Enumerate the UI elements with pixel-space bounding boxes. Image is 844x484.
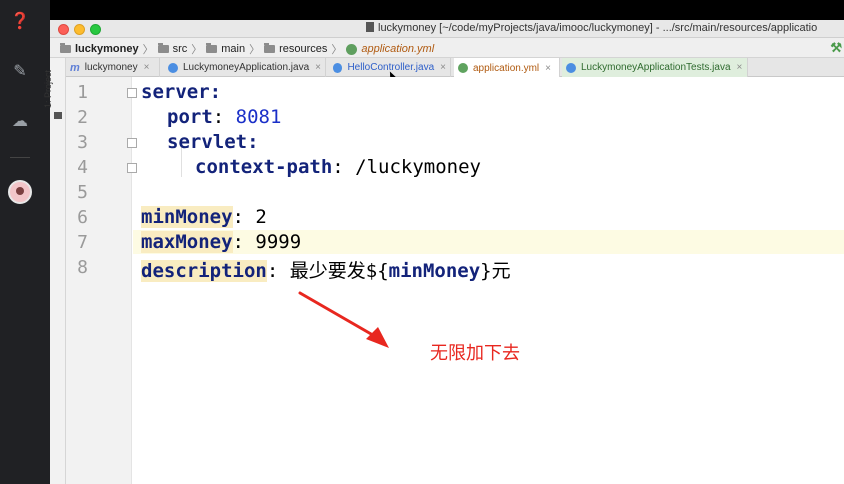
line-number: 1 bbox=[77, 82, 88, 103]
help-icon[interactable]: ❓ bbox=[10, 12, 30, 32]
cloud-icon[interactable]: ☁ bbox=[10, 112, 30, 132]
folder-icon bbox=[157, 43, 169, 53]
breadcrumb: luckymoney 〉 src 〉 main 〉 resources 〉 ap… bbox=[60, 41, 438, 57]
project-folder-icon bbox=[54, 112, 62, 119]
tool-window-stripe: 1: Project bbox=[43, 58, 66, 484]
spring-yml-icon bbox=[346, 43, 358, 55]
breadcrumb-project[interactable]: luckymoney bbox=[60, 43, 139, 55]
document-icon bbox=[366, 22, 374, 32]
editor-tabs: m luckymoney × LuckymoneyApplication.jav… bbox=[66, 58, 844, 78]
breadcrumb-file[interactable]: application.yml bbox=[346, 43, 434, 55]
breadcrumb-separator: 〉 bbox=[331, 44, 343, 56]
spring-yml-icon bbox=[458, 63, 468, 73]
close-window-button[interactable] bbox=[58, 24, 69, 35]
navigation-bar: luckymoney 〉 src 〉 main 〉 resources 〉 ap… bbox=[50, 38, 844, 58]
tab-close-icon[interactable]: × bbox=[144, 62, 150, 73]
breadcrumb-main[interactable]: main bbox=[206, 43, 245, 55]
line-gutter: 1 2 3 4 5 6 7 8 bbox=[66, 77, 137, 484]
build-hammer-icon[interactable]: ⚒ bbox=[830, 40, 842, 56]
pencil-icon[interactable]: ✎ bbox=[10, 62, 30, 82]
tab-close-icon[interactable]: × bbox=[545, 63, 551, 74]
project-tool-button[interactable]: 1: Project bbox=[43, 64, 65, 124]
minimize-window-button[interactable] bbox=[74, 24, 85, 35]
avatar[interactable] bbox=[8, 180, 32, 204]
line-number: 8 bbox=[77, 257, 88, 278]
line-number: 3 bbox=[77, 132, 88, 153]
code-editor[interactable]: 1 2 3 4 5 6 7 8 server: port: 8081 servl… bbox=[66, 77, 844, 484]
maximize-window-button[interactable] bbox=[90, 24, 101, 35]
tab-luckymoney-application[interactable]: LuckymoneyApplication.java × bbox=[164, 58, 326, 77]
code-line-8: description: 最少要发${minMoney}元 bbox=[141, 260, 511, 282]
breadcrumb-separator: 〉 bbox=[249, 44, 261, 56]
code-line-2: port: 8081 bbox=[167, 106, 282, 128]
line-number: 2 bbox=[77, 107, 88, 128]
tab-application-yml[interactable]: application.yml × bbox=[454, 58, 560, 78]
window-titlebar: luckymoney [~/code/myProjects/java/imooc… bbox=[50, 20, 844, 38]
code-line-1: server: bbox=[141, 81, 222, 103]
folder-icon bbox=[206, 43, 218, 53]
fold-marker-icon[interactable] bbox=[127, 163, 137, 173]
class-icon bbox=[333, 62, 343, 73]
code-line-3: servlet: bbox=[167, 131, 259, 153]
tab-application-tests[interactable]: LuckymoneyApplicationTests.java × bbox=[562, 58, 748, 77]
fold-marker-icon[interactable] bbox=[127, 88, 137, 98]
breadcrumb-separator: 〉 bbox=[142, 44, 154, 56]
line-number: 4 bbox=[77, 157, 88, 178]
breadcrumb-separator: 〉 bbox=[191, 44, 203, 56]
tab-close-icon[interactable]: × bbox=[315, 62, 321, 73]
code-line-4: context-path: /luckymoney bbox=[195, 156, 482, 178]
breadcrumb-resources[interactable]: resources bbox=[264, 43, 327, 55]
spring-class-icon bbox=[168, 62, 178, 73]
code-line-7: maxMoney: 9999 bbox=[141, 231, 302, 253]
tab-close-icon[interactable]: × bbox=[440, 62, 446, 73]
line-number: 6 bbox=[77, 207, 88, 228]
project-folder-icon bbox=[60, 43, 71, 53]
top-bar bbox=[50, 0, 844, 20]
resources-folder-icon bbox=[264, 43, 276, 53]
breadcrumb-src[interactable]: src bbox=[157, 43, 187, 55]
tab-luckymoney[interactable]: m luckymoney × bbox=[66, 58, 160, 77]
line-number: 5 bbox=[77, 182, 88, 203]
fold-marker-icon[interactable] bbox=[127, 138, 137, 148]
window-title: luckymoney [~/code/myProjects/java/imooc… bbox=[366, 22, 817, 34]
maven-m-icon: m bbox=[70, 61, 80, 74]
tab-close-icon[interactable]: × bbox=[737, 62, 743, 73]
test-class-icon bbox=[566, 62, 576, 73]
annotation-text: 无限加下去 bbox=[430, 343, 520, 364]
line-number: 7 bbox=[77, 232, 88, 253]
sidebar-divider bbox=[10, 157, 30, 158]
code-line-6: minMoney: 2 bbox=[141, 206, 267, 228]
